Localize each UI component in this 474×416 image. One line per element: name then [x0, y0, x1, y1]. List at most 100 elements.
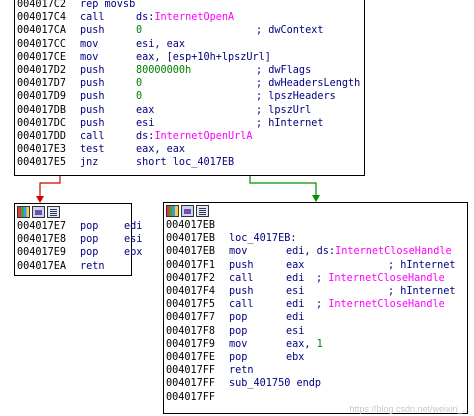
mnemonic: pop	[229, 325, 248, 337]
number-literal: 0	[136, 78, 143, 90]
block-header	[15, 204, 131, 220]
line-address: 004017C2	[17, 0, 67, 10]
mnemonic: call	[229, 272, 254, 284]
number-literal: 0	[136, 91, 143, 103]
mnemonic: pop	[229, 312, 248, 324]
operand-text: short loc_4017EB	[136, 157, 235, 169]
operand-text: edi	[124, 221, 143, 232]
line-address: 004017D7	[17, 78, 67, 90]
comment: ; lpszHeaders	[256, 90, 336, 103]
line-address: 004017F7	[166, 312, 216, 324]
picture-icon[interactable]	[32, 206, 45, 218]
text-view-icon[interactable]	[196, 205, 209, 217]
line-address: 004017E5	[17, 157, 67, 169]
api-name: InternetCloseHandle	[328, 272, 445, 284]
operand: eax, 1	[286, 338, 323, 351]
mnemonic: jnz	[80, 157, 99, 169]
operand-text: edi	[286, 312, 305, 324]
line-address: 004017EA	[17, 260, 67, 272]
comment-text: ; dwFlags	[256, 65, 312, 76]
line-address: 004017FF	[166, 391, 216, 403]
operand-text: ds:	[136, 12, 155, 24]
operand: edi	[286, 298, 304, 311]
mnemonic: retn	[80, 260, 105, 272]
mnemonic: call	[229, 299, 254, 311]
code-block-false[interactable]: 004017E7 pop edi 004017E8 pop esi 004017E9 pop e…	[14, 203, 142, 276]
mnemonic: push	[80, 91, 105, 103]
line-address: 004017D2	[17, 65, 67, 76]
line-address: 004017D9	[17, 91, 67, 103]
comment-text: ; hInternet	[388, 286, 456, 297]
mnemonic: call	[80, 12, 105, 24]
operand: eax, [esp+10h+lpszUrl]	[136, 51, 271, 64]
comment: ; hInternet	[388, 259, 455, 272]
line-address: 004017F2	[166, 272, 216, 284]
line-address: 004017F8	[166, 325, 216, 337]
operand: 80000000h	[136, 64, 191, 77]
line-address: 004017EB	[166, 233, 216, 245]
mnemonic: push	[80, 104, 105, 116]
operand-text: esi	[286, 325, 305, 337]
operand: 0	[136, 24, 142, 37]
operand: ebx	[124, 246, 142, 259]
operand-text: esi	[136, 117, 155, 129]
mnemonic: mov	[80, 38, 99, 50]
line-address: 004017E3	[17, 144, 67, 156]
line-address: 004017F1	[166, 259, 216, 271]
mnemonic: push	[80, 78, 105, 90]
api-name: InternetOpenA	[154, 12, 235, 24]
mnemonic: mov	[229, 338, 248, 350]
mnemonic: pop	[80, 234, 99, 246]
line-address: 004017EB	[166, 220, 216, 231]
operand-text: eax, [esp+10h+lpszUrl]	[136, 51, 271, 63]
mnemonic: mov	[80, 51, 99, 63]
line-address: 004017F4	[166, 286, 216, 297]
operand: edi	[286, 311, 304, 324]
line-address: 004017E8	[17, 234, 67, 246]
watermark: https://blog.csdn.net/weixin_...	[349, 404, 470, 414]
operand-text: eax	[286, 259, 305, 271]
operand-text: eax,	[286, 338, 317, 350]
api-name: InternetCloseHandle	[328, 299, 445, 311]
operand: eax, eax	[136, 143, 185, 156]
mnemonic: pop	[229, 352, 248, 363]
text-view-icon[interactable]	[47, 206, 60, 218]
line-address: 004017E7	[17, 221, 67, 232]
operand: eax	[286, 259, 304, 272]
graph-colors-icon[interactable]	[17, 206, 30, 218]
operand-text: esi, eax	[136, 38, 186, 50]
operand: esi	[286, 325, 304, 338]
mnemonic: pop	[80, 247, 99, 259]
line-address: 004017CA	[17, 25, 67, 37]
code-block-top[interactable]: 004017C2 rep movsb 004017C4 call ds:Internet…	[14, 0, 365, 176]
code-block-true[interactable]: 004017EB 004017EB loc_4017EB: 004017EB mov ed…	[163, 202, 468, 414]
operand-text: edi, ds:	[286, 246, 336, 258]
comment-text: ; hInternet	[256, 117, 324, 129]
line-address: 004017DD	[17, 131, 67, 142]
operand: edi	[286, 272, 304, 285]
operand-text: ebx	[124, 247, 143, 259]
comment: ; InternetCloseHandle	[316, 298, 445, 311]
operand: ebx	[286, 351, 304, 364]
true-branch-arrow	[249, 175, 317, 196]
comment-text: ; lpszUrl	[256, 104, 312, 116]
graph-colors-icon[interactable]	[166, 205, 179, 217]
mnemonic: push	[229, 259, 254, 271]
picture-icon[interactable]	[181, 205, 194, 217]
mnemonic: push	[80, 65, 105, 76]
comment: ; dwContext	[256, 24, 323, 37]
line-address: 004017DB	[17, 104, 67, 116]
operand: esi	[124, 233, 142, 246]
line-address: 004017FF	[166, 378, 216, 390]
comment-text: ; dwContext	[256, 25, 324, 37]
operand-text: ds:	[136, 131, 155, 142]
comment-text: ; hInternet	[388, 259, 456, 271]
number-literal: 1	[316, 338, 323, 350]
number-literal: 0	[136, 25, 143, 37]
number-literal: 80000000h	[136, 65, 192, 76]
line-address: 004017F9	[166, 338, 216, 350]
operand: esi	[286, 285, 304, 298]
mnemonic: loc_4017EB:	[229, 233, 297, 245]
mnemonic: retn	[229, 365, 254, 377]
comment: ; hInternet	[388, 285, 455, 298]
